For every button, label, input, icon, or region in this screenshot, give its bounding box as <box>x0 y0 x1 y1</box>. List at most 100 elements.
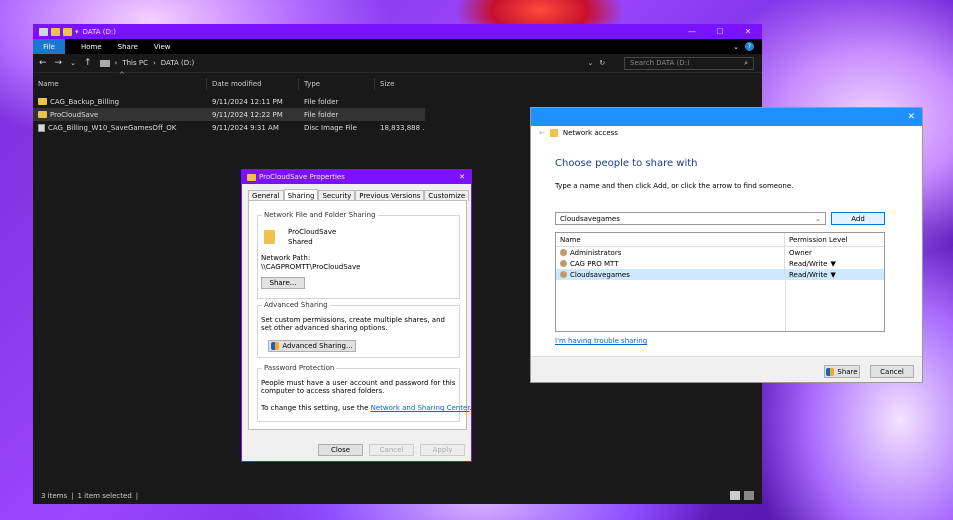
file-row[interactable]: CAG_Billing_W10_SaveGamesOff_OK 9/11/202… <box>33 121 425 134</box>
dialog-instruction: Type a name and then click Add, or click… <box>555 182 794 190</box>
permissions-list-header: Name Permission Level <box>556 233 884 247</box>
explorer-title: DATA (D:) <box>82 27 116 36</box>
properties-title: ProCloudSave Properties <box>259 173 345 181</box>
up-arrow-icon[interactable]: ↑ <box>84 58 92 68</box>
advanced-sharing-group: Advanced Sharing Set custom permissions,… <box>257 301 460 358</box>
file-list: CAG_Backup_Billing 9/11/2024 12:11 PM Fi… <box>33 95 425 134</box>
user-name-value: Cloudsavegames <box>560 214 620 223</box>
password-protection-group: Password Protection People must have a u… <box>257 364 472 422</box>
properties-titlebar: ProCloudSave Properties ✕ <box>242 170 471 184</box>
network-access-dialog: ✕ ← Network access Choose people to shar… <box>530 107 923 383</box>
folder-icon <box>38 98 47 105</box>
chevron-down-icon[interactable]: ⌄ <box>815 215 821 223</box>
cancel-button[interactable]: Cancel <box>369 444 414 456</box>
breadcrumb-separator: › <box>152 59 156 67</box>
password-protection-description: People must have a user account and pass… <box>261 379 456 395</box>
apply-button[interactable]: Apply <box>420 444 465 456</box>
sort-ascending-icon: ^ <box>119 70 125 79</box>
ribbon-tab-share[interactable]: Share <box>118 43 138 51</box>
search-input[interactable]: Search DATA (D:) ⌕ <box>624 56 754 70</box>
minimize-button[interactable]: — <box>678 27 706 36</box>
column-name[interactable]: Name <box>556 233 785 246</box>
share-button[interactable]: Share <box>824 365 860 378</box>
permission-row[interactable]: Administrators Owner <box>556 247 884 258</box>
column-divider <box>785 281 786 331</box>
password-protection-change-text: To change this setting, use the Network … <box>261 404 472 412</box>
status-separator: | <box>71 491 74 500</box>
share-button[interactable]: Share... <box>261 277 305 289</box>
address-bar[interactable]: › This PC › DATA (D:) <box>99 57 570 70</box>
network-folder-icon <box>549 129 558 137</box>
recent-locations-icon[interactable]: ⌄ <box>70 59 76 67</box>
folder-icon <box>247 173 256 181</box>
close-button[interactable]: ✕ <box>734 27 762 36</box>
column-headers: Name ^ Date modified Type Size <box>33 71 762 92</box>
sharing-tab-panel: Network File and Folder Sharing ProCloud… <box>248 200 472 430</box>
maximize-button[interactable]: ☐ <box>706 27 734 36</box>
navigation-bar: ← → ⌄ ↑ › This PC › DATA (D:) ⌄ ↻ Search… <box>33 54 762 73</box>
drive-icon <box>39 27 48 36</box>
user-icon <box>560 260 567 267</box>
search-placeholder: Search DATA (D:) <box>630 59 690 67</box>
column-permission-level[interactable]: Permission Level <box>785 236 847 244</box>
status-selected-count: 1 item selected <box>77 491 132 500</box>
ribbon-file-tab[interactable]: File <box>33 39 65 54</box>
column-size[interactable]: Size <box>375 78 425 90</box>
ribbon-tab-view[interactable]: View <box>154 43 171 51</box>
new-folder-quick-icon[interactable] <box>63 27 72 36</box>
address-dropdown-icon[interactable]: ⌄ <box>588 59 594 67</box>
user-icon <box>560 271 567 278</box>
column-name[interactable]: Name ^ <box>33 71 207 90</box>
user-group-icon <box>560 249 567 256</box>
uac-shield-icon <box>271 342 280 350</box>
column-type[interactable]: Type <box>299 77 375 90</box>
breadcrumb-this-pc[interactable]: This PC <box>122 59 148 67</box>
expand-ribbon-icon[interactable]: ⌄ <box>733 43 739 51</box>
search-icon: ⌕ <box>744 58 748 67</box>
ribbon-tab-home[interactable]: Home <box>81 43 102 51</box>
status-separator: | <box>135 491 139 500</box>
properties-dialog: ProCloudSave Properties ✕ General Sharin… <box>241 169 472 462</box>
large-icons-view-icon[interactable] <box>744 491 754 500</box>
cancel-button[interactable]: Cancel <box>870 365 914 378</box>
details-view-icon[interactable] <box>730 491 740 500</box>
status-bar: 3 items | 1 item selected | <box>33 487 762 504</box>
shared-folder-icon <box>264 230 275 244</box>
explorer-titlebar: ▾ DATA (D:) — ☐ ✕ <box>33 24 762 39</box>
properties-quick-icon[interactable] <box>51 27 60 36</box>
network-path-value: \\CAGPROMTT\ProCloudSave <box>261 263 361 271</box>
shared-folder-status: Shared <box>288 238 313 246</box>
uac-shield-icon <box>826 367 835 376</box>
properties-close-icon[interactable]: ✕ <box>459 173 465 181</box>
refresh-icon[interactable]: ↻ <box>599 59 605 67</box>
file-row-selected[interactable]: ProCloudSave 9/11/2024 12:22 PM File fol… <box>33 108 425 121</box>
shared-folder-name: ProCloudSave <box>288 228 337 236</box>
network-sharing-center-link[interactable]: Network and Sharing Center <box>371 404 470 412</box>
trouble-sharing-link[interactable]: I'm having trouble sharing <box>555 337 647 345</box>
network-path-label: Network Path: <box>261 254 311 262</box>
permissions-list: Name Permission Level Administrators Own… <box>555 232 885 332</box>
quick-access-dropdown-icon[interactable]: ▾ <box>75 28 79 36</box>
disc-image-icon <box>38 123 45 132</box>
advanced-sharing-button[interactable]: Advanced Sharing... <box>268 340 356 352</box>
back-arrow-icon[interactable]: ← <box>539 129 545 137</box>
file-row[interactable]: CAG_Backup_Billing 9/11/2024 12:11 PM Fi… <box>33 95 425 108</box>
close-button[interactable]: Close <box>318 444 363 456</box>
network-access-nav: ← Network access <box>531 126 922 140</box>
dialog-heading: Choose people to share with <box>555 158 698 169</box>
forward-arrow-icon[interactable]: → <box>55 58 63 68</box>
permission-row[interactable]: CAG PRO MTT Read/Write ▼ <box>556 258 884 269</box>
ribbon: File Home Share View ⌄ ? <box>33 39 762 54</box>
permission-dropdown-icon[interactable]: ▼ <box>830 260 835 268</box>
back-arrow-icon[interactable]: ← <box>39 58 47 68</box>
user-name-combobox[interactable]: Cloudsavegames ⌄ <box>555 212 826 225</box>
advanced-sharing-description: Set custom permissions, create multiple … <box>261 316 445 332</box>
permission-row-selected[interactable]: Cloudsavegames Read/Write ▼ <box>556 269 884 280</box>
network-file-sharing-group: Network File and Folder Sharing ProCloud… <box>257 211 460 299</box>
add-button[interactable]: Add <box>831 212 885 225</box>
network-access-close-icon[interactable]: ✕ <box>907 112 915 122</box>
column-date-modified[interactable]: Date modified <box>207 77 299 90</box>
breadcrumb-data-drive[interactable]: DATA (D:) <box>161 59 194 67</box>
help-icon[interactable]: ? <box>745 42 754 51</box>
permission-dropdown-icon[interactable]: ▼ <box>830 271 835 279</box>
